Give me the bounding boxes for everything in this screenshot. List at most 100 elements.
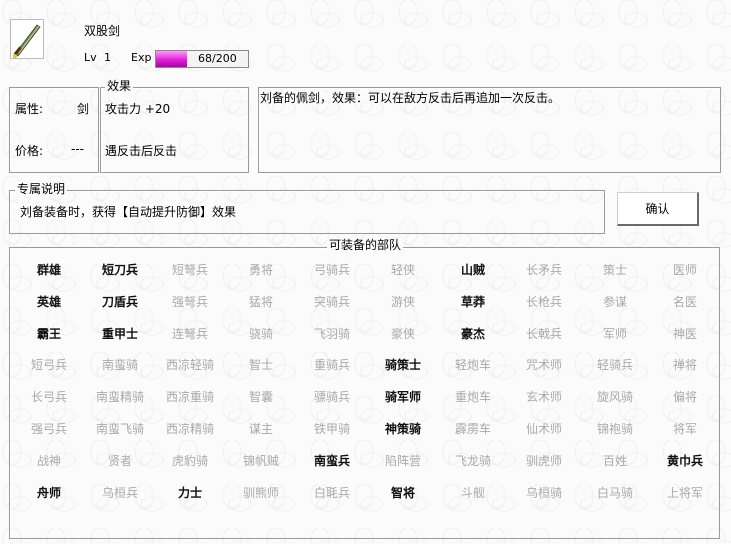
unit-item: 重甲士 — [101, 327, 138, 341]
unit-item: 锦袍骑 — [596, 422, 633, 436]
unit-item: 刀盾兵 — [101, 295, 138, 309]
unit-item: 南蛮飞骑 — [95, 422, 144, 436]
unit-item: 神医 — [672, 327, 697, 341]
unit-item: 策士 — [602, 263, 627, 277]
unit-item: 舟师 — [36, 486, 61, 500]
unit-item: 斗舰 — [460, 486, 485, 500]
unit-item: 连弩兵 — [171, 327, 208, 341]
level-label: Lv — [84, 51, 97, 64]
unit-item: 玄术师 — [525, 390, 562, 404]
unit-item: 谋主 — [248, 422, 273, 436]
exp-label: Exp — [131, 51, 152, 64]
exclusive-text: 刘备装备时，获得【自动提升防御】效果 — [20, 205, 237, 219]
exclusive-legend: 专属说明 — [15, 182, 68, 196]
unit-item: 霹雳车 — [454, 422, 491, 436]
unit-item: 西凉重骑 — [165, 390, 214, 404]
unit-item: 短刀兵 — [101, 263, 138, 277]
unit-item: 乌桓骑 — [525, 486, 562, 500]
unit-item: 旋风骑 — [596, 390, 633, 404]
unit-item: 短弓兵 — [30, 358, 67, 372]
unit-item: 驯虎师 — [525, 454, 562, 468]
unit-item: 豪侠 — [390, 327, 415, 341]
unit-item: 将军 — [672, 422, 697, 436]
unit-item: 长弓兵 — [30, 390, 67, 404]
unit-item: 虎豹骑 — [171, 454, 208, 468]
unit-item: 锦帆贼 — [242, 454, 279, 468]
unit-item: 强弓兵 — [30, 422, 67, 436]
unit-item: 重骑兵 — [313, 358, 350, 372]
unit-item: 轻侠 — [390, 263, 415, 277]
exp-bar-fill — [156, 51, 187, 67]
unit-item: 短弩兵 — [171, 263, 208, 277]
unit-item: 乌桓兵 — [101, 486, 138, 500]
level-value: 1 — [104, 51, 111, 64]
unit-item: 百姓 — [602, 454, 627, 468]
unit-item: 南蛮兵 — [313, 454, 350, 468]
unit-item: 白毦兵 — [313, 486, 350, 500]
unit-item: 白马骑 — [596, 486, 633, 500]
unit-item: 骁骑 — [248, 327, 273, 341]
unit-item: 陷阵营 — [384, 454, 421, 468]
unit-item: 豪杰 — [460, 327, 485, 341]
unit-item: 飞龙骑 — [454, 454, 491, 468]
unit-item: 游侠 — [390, 295, 415, 309]
unit-item: 长枪兵 — [525, 295, 562, 309]
unit-item: 参谋 — [602, 295, 627, 309]
unit-item: 轻炮车 — [454, 358, 491, 372]
unit-item: 飞羽骑 — [313, 327, 350, 341]
unit-item: 军师 — [602, 327, 627, 341]
unit-item: 医师 — [672, 263, 697, 277]
unit-item: 西凉轻骑 — [165, 358, 214, 372]
unit-item: 骑策士 — [384, 358, 421, 372]
unit-item: 骑军师 — [384, 390, 421, 404]
price-label: 价格: — [15, 144, 44, 158]
unit-item: 仙术师 — [525, 422, 562, 436]
unit-item: 骠骑兵 — [313, 390, 350, 404]
item-name: 双股剑 — [84, 24, 121, 38]
unit-item: 长矛兵 — [525, 263, 562, 277]
unit-item: 弓骑兵 — [313, 263, 350, 277]
unit-item: 草莽 — [460, 295, 485, 309]
unit-item: 英雄 — [36, 295, 61, 309]
unit-item: 重炮车 — [454, 390, 491, 404]
unit-item: 轻骑兵 — [596, 358, 633, 372]
unit-item: 禅将 — [672, 358, 697, 372]
unit-item: 名医 — [672, 295, 697, 309]
effect-line-2: 遇反击后反击 — [105, 144, 178, 158]
unit-item: 黄巾兵 — [666, 454, 703, 468]
unit-item: 突骑兵 — [313, 295, 350, 309]
sword-icon — [10, 19, 44, 59]
attribute-value: 剑 — [77, 102, 90, 116]
unit-item: 强弩兵 — [171, 295, 208, 309]
unit-item: 神策骑 — [384, 422, 421, 436]
unit-item: 上将军 — [666, 486, 703, 500]
units-legend: 可装备的部队 — [327, 238, 404, 252]
unit-item: 南蛮骑 — [101, 358, 138, 372]
unit-item: 猛将 — [248, 295, 273, 309]
exp-bar: 68/200 — [155, 50, 249, 68]
exp-text: 68/200 — [198, 52, 237, 65]
unit-item: 山贼 — [460, 263, 485, 277]
unit-item: 偏将 — [672, 390, 697, 404]
unit-item: 智囊 — [248, 390, 273, 404]
unit-item: 战神 — [36, 454, 61, 468]
unit-item: 咒术师 — [525, 358, 562, 372]
unit-item: 南蛮精骑 — [95, 390, 144, 404]
unit-item: 铁甲骑 — [313, 422, 350, 436]
unit-item: 勇将 — [248, 263, 273, 277]
description-text: 刘备的佩剑，效果：可以在敌方反击后再追加一次反击。 — [260, 91, 561, 105]
unit-item: 长戟兵 — [525, 327, 562, 341]
price-value: --- — [71, 142, 84, 156]
effect-legend: 效果 — [105, 79, 134, 93]
unit-item: 智士 — [248, 358, 273, 372]
unit-item: 贤者 — [107, 454, 132, 468]
unit-item: 西凉精骑 — [165, 422, 214, 436]
unit-item: 智将 — [390, 486, 415, 500]
unit-item: 力士 — [177, 486, 202, 500]
unit-item: 群雄 — [36, 263, 61, 277]
effect-line-1: 攻击力 +20 — [105, 102, 171, 116]
unit-item: 驯熊师 — [242, 486, 279, 500]
confirm-button[interactable]: 确认 — [617, 192, 699, 226]
unit-item: 霸王 — [36, 327, 61, 341]
attribute-label: 属性: — [15, 102, 44, 116]
